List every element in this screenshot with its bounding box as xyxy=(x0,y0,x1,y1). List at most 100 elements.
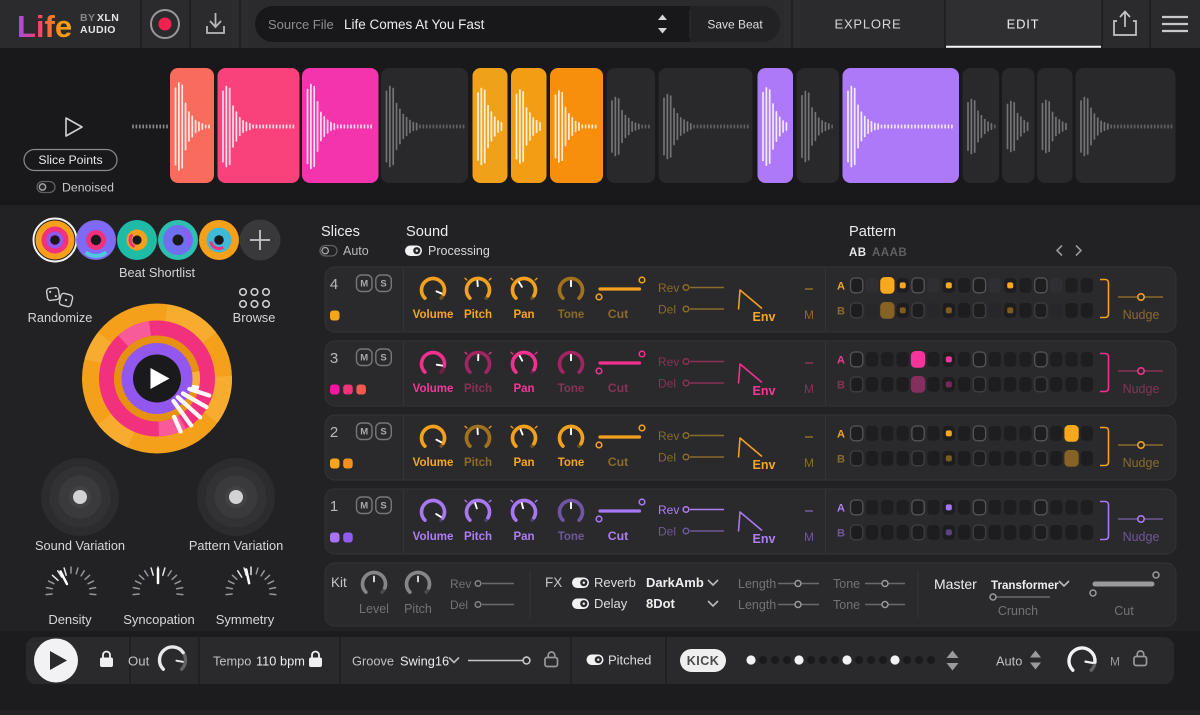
svg-text:Nudge: Nudge xyxy=(1123,456,1160,470)
svg-text:Randomize: Randomize xyxy=(28,310,93,325)
svg-text:Denoised: Denoised xyxy=(62,181,114,195)
svg-text:Out: Out xyxy=(128,654,150,669)
svg-text:Transformer: Transformer xyxy=(991,579,1059,592)
svg-text:M: M xyxy=(360,279,368,290)
svg-text:Sound Variation: Sound Variation xyxy=(35,538,125,553)
svg-text:110 bpm: 110 bpm xyxy=(256,654,305,669)
svg-text:Cut: Cut xyxy=(608,529,629,543)
svg-text:Syncopation: Syncopation xyxy=(123,612,195,627)
svg-text:FX: FX xyxy=(545,575,562,590)
svg-text:EDIT: EDIT xyxy=(1007,17,1040,32)
svg-text:Swing16: Swing16 xyxy=(400,654,449,669)
svg-text:Browse: Browse xyxy=(233,310,276,325)
svg-text:Pitched: Pitched xyxy=(608,653,651,668)
svg-text:Del: Del xyxy=(658,451,676,465)
svg-text:Del: Del xyxy=(658,525,676,539)
svg-text:Groove: Groove xyxy=(352,654,394,669)
svg-text:Env: Env xyxy=(753,458,776,472)
svg-text:Rev: Rev xyxy=(658,429,679,443)
svg-text:Env: Env xyxy=(753,384,776,398)
svg-text:Beat Shortlist: Beat Shortlist xyxy=(119,265,196,280)
svg-text:Crunch: Crunch xyxy=(998,604,1038,618)
svg-text:Nudge: Nudge xyxy=(1123,382,1160,396)
svg-text:Slice Points: Slice Points xyxy=(38,153,102,167)
svg-text:A: A xyxy=(837,355,845,367)
svg-text:Cut: Cut xyxy=(608,307,629,321)
svg-text:Tone: Tone xyxy=(833,577,860,591)
svg-text:Rev: Rev xyxy=(450,577,471,591)
svg-text:Pan: Pan xyxy=(513,531,534,543)
svg-text:S: S xyxy=(380,279,386,290)
svg-text:AUDIO: AUDIO xyxy=(80,24,116,36)
svg-text:Rev: Rev xyxy=(658,281,679,295)
svg-text:B: B xyxy=(837,528,845,540)
svg-text:Auto: Auto xyxy=(996,654,1022,669)
svg-text:Pan: Pan xyxy=(513,383,534,395)
svg-text:KICK: KICK xyxy=(687,654,720,668)
svg-text:Cut: Cut xyxy=(608,455,629,469)
svg-text:Volume: Volume xyxy=(413,531,454,543)
svg-text:Tone: Tone xyxy=(558,531,585,543)
svg-text:4: 4 xyxy=(330,276,338,293)
svg-text:Del: Del xyxy=(658,377,676,391)
svg-text:Pitch: Pitch xyxy=(464,531,492,543)
svg-text:Tone: Tone xyxy=(558,383,585,395)
svg-text:B: B xyxy=(837,306,845,318)
svg-text:2: 2 xyxy=(330,424,338,441)
svg-text:S: S xyxy=(380,501,386,512)
svg-text:1: 1 xyxy=(330,498,338,515)
svg-text:B: B xyxy=(837,380,845,392)
svg-text:Pitch: Pitch xyxy=(464,457,492,469)
svg-text:Pitch: Pitch xyxy=(464,309,492,321)
svg-text:S: S xyxy=(380,353,386,364)
svg-text:Volume: Volume xyxy=(413,383,454,395)
svg-text:3: 3 xyxy=(330,350,338,367)
svg-text:Volume: Volume xyxy=(413,309,454,321)
svg-text:Nudge: Nudge xyxy=(1123,308,1160,322)
svg-text:S: S xyxy=(380,427,386,438)
svg-text:Life: Life xyxy=(17,9,72,44)
svg-text:Delay: Delay xyxy=(594,596,628,611)
svg-text:A: A xyxy=(837,281,845,293)
svg-text:M: M xyxy=(804,530,814,544)
svg-text:Kit: Kit xyxy=(331,575,347,590)
svg-text:XLN: XLN xyxy=(97,12,119,24)
svg-text:Pattern: Pattern xyxy=(849,224,896,240)
svg-text:Pan: Pan xyxy=(513,457,534,469)
svg-text:Save Beat: Save Beat xyxy=(707,18,763,32)
svg-text:Length: Length xyxy=(738,577,776,591)
svg-text:Processing: Processing xyxy=(428,244,490,258)
svg-text:AAAB: AAAB xyxy=(872,247,907,259)
svg-text:Nudge: Nudge xyxy=(1123,530,1160,544)
svg-text:Tone: Tone xyxy=(558,457,585,469)
svg-text:Level: Level xyxy=(359,602,389,616)
svg-text:Density: Density xyxy=(48,612,92,627)
svg-text:A: A xyxy=(837,429,845,441)
svg-text:EXPLORE: EXPLORE xyxy=(834,17,901,32)
svg-text:M: M xyxy=(360,501,368,512)
svg-text:M: M xyxy=(804,456,814,470)
svg-text:Pan: Pan xyxy=(513,309,534,321)
svg-text:Symmetry: Symmetry xyxy=(216,612,275,627)
svg-text:Del: Del xyxy=(450,598,468,612)
svg-text:B: B xyxy=(837,454,845,466)
svg-text:Cut: Cut xyxy=(1114,604,1134,618)
svg-text:Del: Del xyxy=(658,303,676,317)
svg-text:Reverb: Reverb xyxy=(594,575,636,590)
svg-text:M: M xyxy=(804,382,814,396)
svg-text:Slices: Slices xyxy=(321,224,360,240)
svg-text:DarkAmb: DarkAmb xyxy=(646,575,704,590)
svg-text:Pitch: Pitch xyxy=(404,602,432,616)
svg-text:8Dot: 8Dot xyxy=(646,596,676,611)
svg-text:Rev: Rev xyxy=(658,503,679,517)
svg-text:Auto: Auto xyxy=(343,244,369,258)
svg-text:Life Comes At You Fast: Life Comes At You Fast xyxy=(344,17,485,32)
svg-text:M: M xyxy=(1110,655,1120,669)
svg-text:Length: Length xyxy=(738,598,776,612)
svg-text:Env: Env xyxy=(753,310,776,324)
svg-text:Rev: Rev xyxy=(658,355,679,369)
svg-text:Sound: Sound xyxy=(406,224,448,240)
svg-text:Tone: Tone xyxy=(558,309,585,321)
svg-text:M: M xyxy=(360,427,368,438)
svg-text:Pitch: Pitch xyxy=(464,383,492,395)
